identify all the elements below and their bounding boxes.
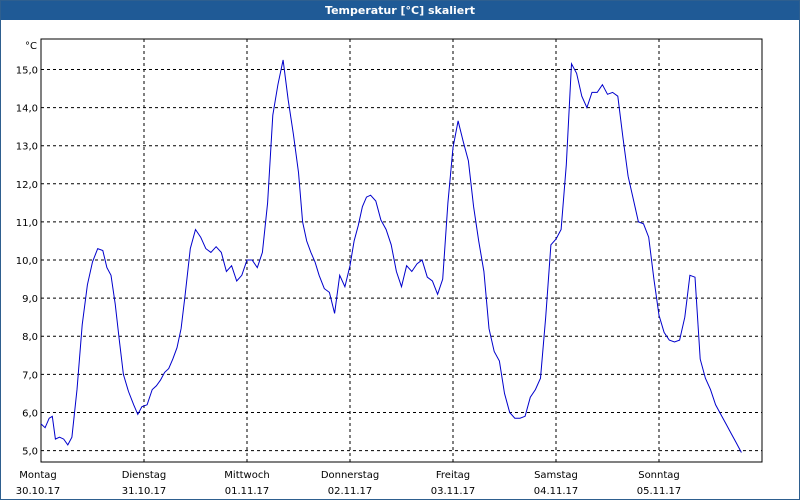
y-axis-unit: °C (25, 41, 37, 52)
x-tick-date: 03.11.17 (431, 486, 476, 497)
x-tick-day: Samstag (534, 470, 578, 481)
x-tick-date: 04.11.17 (534, 486, 579, 497)
chart-window: Temperatur [°C] skaliert 5,0 6,0 7,0 8,0 9,0… (0, 0, 800, 500)
temperature-chart: 5,06,07,08,09,010,011,012,013,014,015,0 … (16, 38, 763, 497)
x-tick-day: Montag (19, 470, 56, 481)
y-tick-label: 7,0 (22, 370, 38, 381)
y-axis-ticks: 5,0 6,0 7,0 8,0 9,0 10,0 11,0 12,0 13,0 14,0 15,0 (16, 65, 38, 457)
y-tick-label: 9,0 (22, 294, 38, 305)
x-tick-day: Freitag (436, 470, 470, 481)
y-tick-label: 13,0 (16, 142, 38, 153)
x-tick-day: Donnerstag (321, 470, 379, 481)
x-tick-date: 05.11.17 (637, 486, 682, 497)
y-tick-label: 12,0 (16, 180, 38, 191)
x-tick-date: 02.11.17 (328, 486, 373, 497)
y-tick-label: 14,0 (16, 104, 38, 115)
y-tick-label: 8,0 (22, 332, 38, 343)
x-tick-date: 30.10.17 (16, 486, 61, 497)
y-tick-label: 6,0 (22, 408, 38, 419)
x-tick-date: 31.10.17 (122, 486, 167, 497)
y-tick-label: 11,0 (16, 218, 38, 229)
y-tick-label: 5,0 (22, 447, 38, 458)
x-tick-day: Mittwoch (224, 470, 269, 481)
x-axis-labels: Montag 30.10.17 Dienstag 31.10.17 Mittwoch 01… (16, 470, 682, 497)
y-tick-label: 15,0 (16, 65, 38, 76)
x-tick-day: Dienstag (122, 470, 167, 481)
x-tick-date: 01.11.17 (225, 486, 270, 497)
x-tick-day: Sonntag (638, 470, 680, 481)
y-tick-label: 10,0 (16, 256, 38, 267)
temperature-line (40, 59, 742, 453)
